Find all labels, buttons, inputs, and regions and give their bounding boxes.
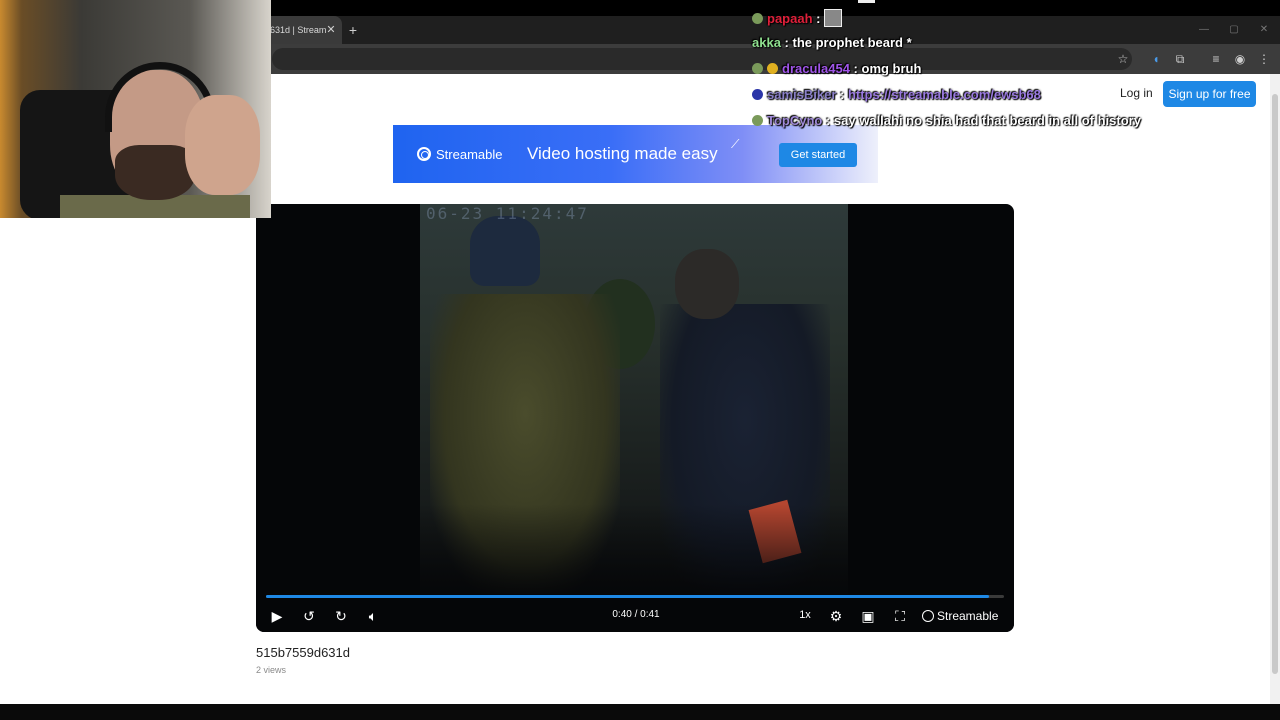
view-count: 2 views — [256, 665, 287, 675]
playback-speed-button[interactable]: 1x — [796, 609, 814, 621]
get-started-button[interactable]: Get started — [779, 143, 857, 167]
chat-message: papaah : — [752, 9, 843, 27]
chat-separator: : — [780, 35, 793, 50]
window-close-icon[interactable]: ✕ — [1256, 22, 1272, 38]
bookmark-star-icon[interactable]: ☆ — [1115, 51, 1131, 67]
webcam-beard — [115, 145, 195, 200]
chat-emote-icon — [824, 9, 843, 27]
progress-bar[interactable] — [266, 595, 1004, 598]
banner-tagline: Video hosting made easy — [527, 144, 718, 163]
banner-brand: Streamable — [436, 147, 503, 162]
chat-username: akka — [752, 35, 781, 50]
extension-audio-icon[interactable]: ◖ — [1148, 51, 1164, 67]
forward-10-icon[interactable]: ↻ — [332, 606, 350, 626]
media-queue-icon[interactable]: ≡ — [1208, 51, 1224, 67]
play-icon[interactable]: ▶ — [268, 606, 286, 626]
time-display: 0:40 / 0:41 — [612, 609, 660, 620]
extensions-puzzle-icon[interactable]: ⧉ — [1172, 51, 1188, 67]
player-streamable-logo-icon[interactable] — [922, 610, 934, 622]
chat-separator: : — [822, 113, 834, 128]
volume-icon[interactable]: 🔈︎ — [364, 606, 382, 626]
chat-badge-icon — [752, 13, 763, 24]
chat-message: akka : the prophet beard * — [752, 35, 912, 50]
settings-gear-icon[interactable]: ⚙ — [827, 606, 845, 626]
chat-separator: : — [849, 61, 862, 76]
page-scrollbar[interactable] — [1270, 74, 1280, 704]
chat-text: omg bruh — [861, 61, 922, 76]
video-figure-left-head — [470, 216, 540, 286]
chat-text: say wallahi no shia had that beard in al… — [833, 113, 1141, 128]
screen: 631d | Stream ✕ + — ▢ ✕ ☆ ◖ ⧉ ≡ ◉ ⋮ Log … — [0, 0, 1280, 720]
bottom-bar — [0, 704, 1280, 720]
chat-badge-icon — [752, 115, 763, 126]
chat-badge-icon — [752, 63, 763, 74]
rewind-10-icon[interactable]: ↺ — [300, 606, 318, 626]
chat-username: papaah — [767, 11, 813, 26]
chat-username: samisBiker — [767, 87, 837, 102]
scrollbar-thumb[interactable] — [1272, 94, 1278, 674]
chat-separator: : — [836, 87, 848, 102]
fullscreen-icon[interactable]: ⛶ — [891, 606, 909, 626]
chat-text: the prophet beard * — [792, 35, 912, 50]
player-brand-link[interactable]: Streamable — [937, 609, 998, 623]
streamer-webcam — [0, 0, 271, 218]
overlay-top-mark — [858, 0, 875, 3]
browser-menu-icon[interactable]: ⋮ — [1256, 51, 1272, 67]
maximize-icon[interactable]: ▢ — [1226, 22, 1242, 38]
profile-avatar-icon[interactable]: ◉ — [1232, 51, 1248, 67]
chat-username: TopCyno — [767, 113, 823, 128]
promo-banner[interactable]: Streamable Video hosting made easy ⟋ Get… — [393, 125, 878, 183]
sparkle-icon: ⟋ — [731, 137, 740, 151]
minimize-icon[interactable]: — — [1196, 22, 1212, 38]
chat-separator: : — [812, 11, 825, 26]
chat-username: dracula454 — [782, 61, 850, 76]
video-figure-right-head — [675, 249, 739, 319]
login-link[interactable]: Log in — [1120, 86, 1153, 100]
video-title: 515b7559d631d — [256, 645, 350, 660]
chat-message: TopCyno : say wallahi no shia had that b… — [752, 113, 1141, 128]
picture-in-picture-icon[interactable]: ▣ — [859, 606, 877, 626]
tab-close-icon[interactable]: ✕ — [325, 24, 337, 36]
chat-message: dracula454 : omg bruh — [752, 61, 921, 76]
streamable-logo-icon — [417, 147, 431, 161]
signup-button[interactable]: Sign up for free — [1163, 81, 1256, 107]
chat-link: https://streamable.com/ewsb68 — [847, 87, 1041, 102]
progress-fill — [266, 595, 990, 598]
address-bar[interactable] — [272, 48, 1132, 70]
video-timestamp-overlay: 06-23 11:24:47 — [426, 204, 589, 223]
chat-message: samisBiker : https://streamable.com/ewsb… — [752, 87, 1041, 102]
webcam-hand — [185, 95, 260, 195]
chat-sub-badge-icon — [767, 63, 778, 74]
new-tab-button[interactable]: + — [346, 22, 360, 38]
chat-badge-icon — [752, 89, 763, 100]
video-player[interactable]: 06-23 11:24:47 ▶ ↺ ↻ 🔈︎ 0:40 / 0:41 1x ⚙… — [256, 204, 1014, 632]
